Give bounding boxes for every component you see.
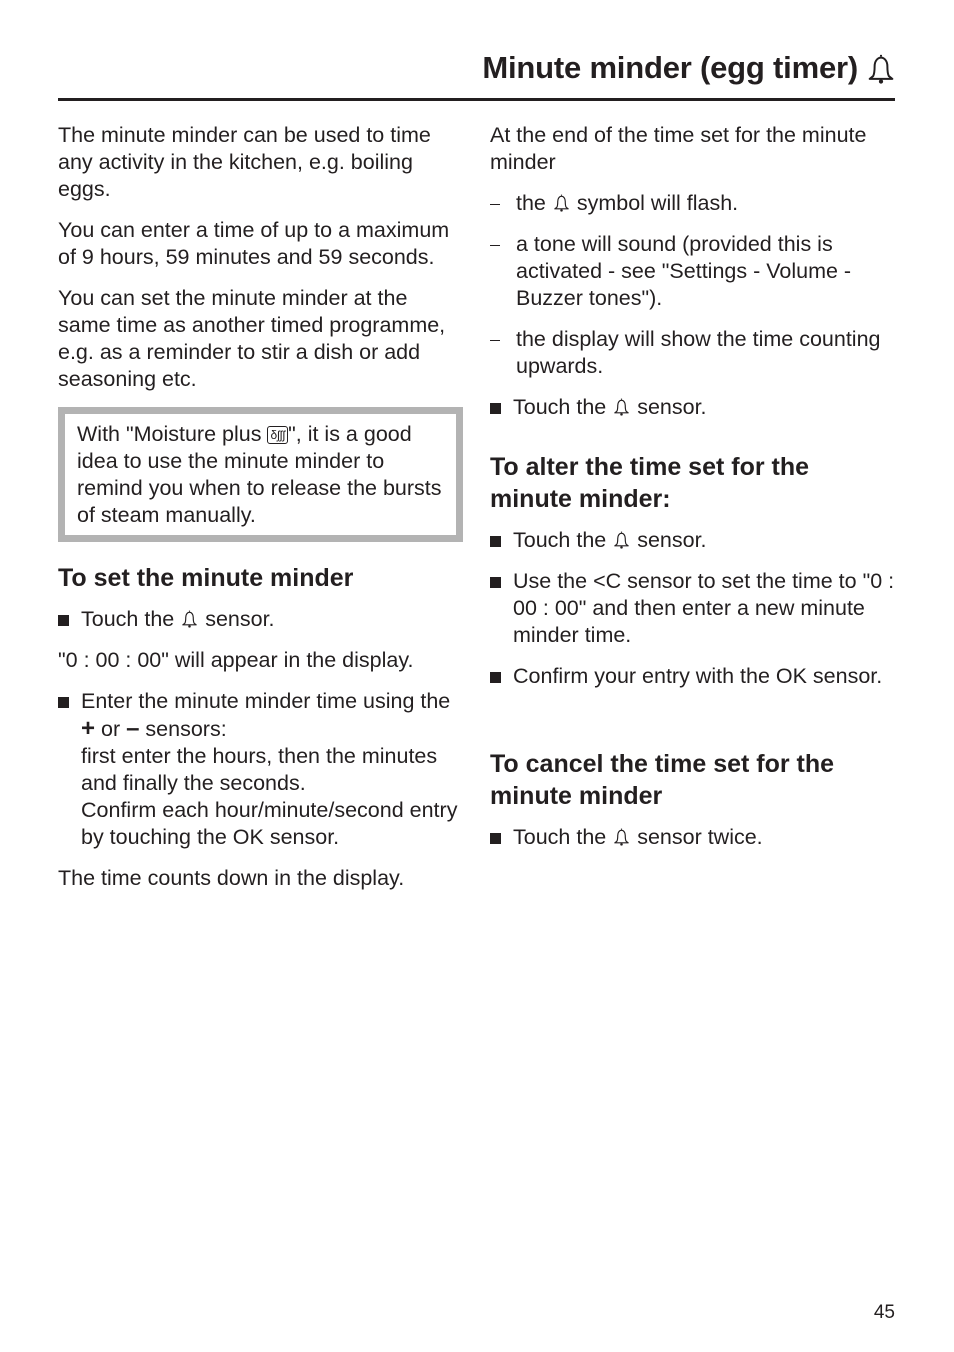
step-text: sensor. [631, 395, 707, 419]
dash-text: the [516, 191, 552, 215]
alter-step-confirm: Confirm your entry with the OK sensor. [490, 663, 895, 690]
display-text: "0 : 00 : 00" will appear in the display… [58, 648, 414, 672]
step-text: sensor. [631, 528, 707, 552]
page-title: Minute minder (egg timer) [482, 50, 896, 86]
step-text: Enter the minute minder time using the [81, 689, 451, 713]
step-text: Touch the [513, 395, 613, 419]
alter-step-touch: Touch the sensor. [490, 527, 895, 554]
plus-icon: + [81, 715, 96, 742]
moisture-plus-icon: δʃʃʃ [267, 426, 289, 444]
countdown-text: The time counts down in the display. [58, 866, 405, 890]
alter-step-clear: Use the <C sensor to set the time to "0 … [490, 568, 895, 649]
note-text: With "Moisture plus δʃʃʃ ", it is a good … [77, 421, 445, 529]
set-step-enter: Enter the minute minder time using the +… [58, 688, 463, 851]
clear-symbol: <C [593, 569, 622, 593]
step-text: Touch the [513, 528, 613, 552]
note-box: With "Moisture plus δʃʃʃ ", it is a good … [58, 407, 463, 542]
bell-icon [613, 827, 630, 847]
dash-item: the symbol will flash. [490, 190, 895, 217]
set-step-touch: Touch the sensor. [58, 606, 463, 633]
step-text: Touch the [81, 607, 181, 631]
minus-icon: – [126, 715, 140, 742]
end-intro: At the end of the time set for the minut… [490, 123, 867, 174]
title-divider [58, 98, 895, 101]
cancel-minder-heading: To cancel the time set for the minute mi… [490, 750, 835, 810]
dash-item: the display will show the time counting … [490, 326, 895, 380]
cancel-step-touch: Touch the sensor twice. [490, 824, 895, 851]
bell-icon [553, 193, 570, 213]
page-title-text: Minute minder (egg timer) [482, 50, 858, 85]
step-text: or [95, 717, 127, 741]
page-number: 45 [873, 1302, 895, 1323]
dash-item: a tone will sound (provided this is acti… [490, 231, 895, 312]
intro-paragraph: The minute minder can be used to time an… [58, 123, 431, 201]
step-text: Confirm each hour/minute/second entry by… [81, 798, 458, 849]
step-text: sensor. [199, 607, 275, 631]
bell-icon [613, 397, 630, 417]
bell-icon [181, 609, 198, 629]
right-column: At the end of the time set for the minut… [490, 122, 895, 865]
bell-icon [866, 52, 896, 86]
step-text: Use the [513, 569, 594, 593]
set-minder-heading: To set the minute minder [58, 564, 354, 592]
note-text-start: With "Moisture plus [77, 422, 268, 446]
alter-minder-heading: To alter the time set for the minute min… [490, 453, 810, 513]
step-text: sensors: [139, 717, 227, 741]
intro-paragraph: You can set the minute minder at the sam… [58, 286, 446, 391]
dash-text: symbol will flash. [570, 191, 739, 215]
step-text: Touch the [513, 825, 613, 849]
step-text: first enter the hours, then the minutes … [81, 744, 438, 795]
end-step-touch: Touch the sensor. [490, 394, 895, 421]
left-column: The minute minder can be used to time an… [58, 122, 463, 906]
intro-paragraph: You can enter a time of up to a maximum … [58, 218, 450, 269]
bell-icon [613, 530, 630, 550]
step-text: sensor twice. [631, 825, 763, 849]
